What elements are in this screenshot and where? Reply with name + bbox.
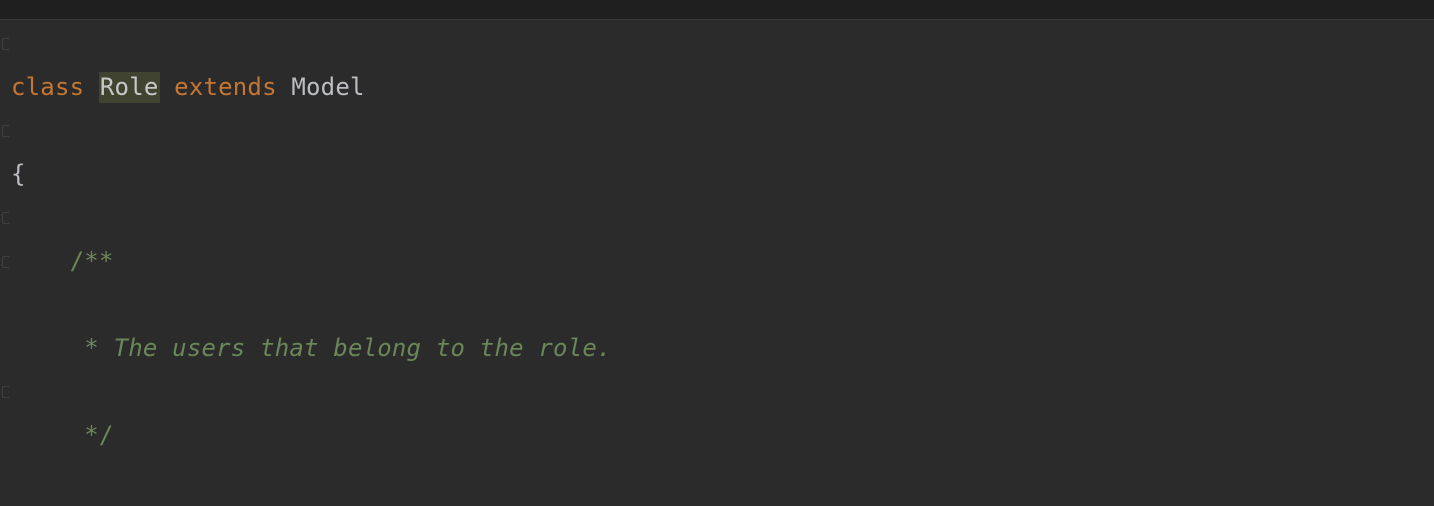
code-editor[interactable]: class Role extends Model { /** * The use… — [0, 0, 1434, 506]
classname-role: Role — [99, 72, 160, 103]
keyword-extends: extends — [174, 73, 277, 101]
gutter-fold-mark — [2, 125, 9, 137]
docblock-star: * — [70, 334, 99, 362]
code-area[interactable]: class Role extends Model { /** * The use… — [11, 22, 866, 506]
gutter-fold-mark — [2, 386, 9, 398]
superclass-model: Model — [291, 73, 364, 101]
gutter-fold-mark — [2, 212, 9, 224]
editor-top-border — [0, 0, 1434, 20]
brace-open: { — [11, 160, 26, 188]
keyword-class: class — [11, 73, 84, 101]
docblock-text: The users that belong to the role. — [99, 334, 612, 362]
docblock-close: */ — [70, 421, 114, 449]
gutter-fold-mark — [2, 38, 9, 50]
editor-gutter — [0, 20, 10, 506]
docblock-open: /** — [70, 247, 114, 275]
gutter-fold-mark — [2, 256, 9, 268]
